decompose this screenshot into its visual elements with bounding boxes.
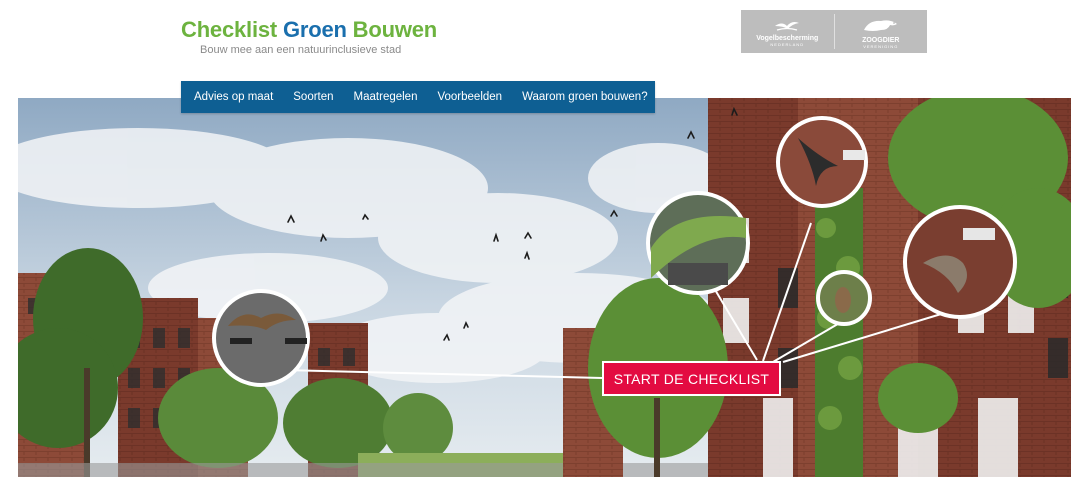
site-title-word-3: Bouwen (352, 17, 438, 42)
nav-maatregelen[interactable]: Maatregelen (334, 91, 418, 103)
partner-logos: Vogelbescherming NEDERLAND ZOOGDIER VERE… (741, 10, 927, 53)
callout-small-bird[interactable] (816, 270, 872, 326)
nav-soorten[interactable]: Soorten (273, 91, 333, 103)
site-title: Checklist Groen Bouwen (181, 17, 437, 43)
site-title-word-2: Groen (282, 17, 347, 42)
otter-logo-icon (863, 19, 897, 31)
site-logo[interactable]: Checklist Groen Bouwen Bouw mee aan een … (181, 17, 437, 56)
hero-illustration (18, 98, 1071, 477)
callout-green-roof[interactable] (646, 191, 750, 295)
callout-bat[interactable] (212, 289, 310, 387)
partner-vogelbescherming[interactable]: Vogelbescherming NEDERLAND (741, 10, 834, 53)
partner-sub: NEDERLAND (770, 41, 805, 47)
callout-swift-facade[interactable] (776, 116, 868, 208)
nav-waarom-groen-bouwen[interactable]: Waarom groen bouwen? (502, 91, 648, 103)
bird-logo-icon (775, 21, 800, 31)
main-nav: Advies op maat Soorten Maatregelen Voorb… (181, 81, 655, 113)
start-checklist-button[interactable]: START DE CHECKLIST (602, 361, 781, 396)
nav-voorbeelden[interactable]: Voorbeelden (417, 91, 502, 103)
hero-image (18, 98, 1071, 477)
site-title-word-1: Checklist (181, 17, 278, 42)
partner-name: Vogelbescherming (756, 34, 819, 42)
nav-advies-op-maat[interactable]: Advies op maat (181, 91, 273, 103)
partner-sub: VERENIGING (863, 43, 899, 49)
site-tagline: Bouw mee aan een natuurinclusieve stad (200, 44, 402, 56)
callout-swallow-nest[interactable] (903, 205, 1017, 319)
partner-zoogdiervereniging[interactable]: ZOOGDIER VERENIGING (835, 10, 928, 53)
partner-name: ZOOGDIER (862, 36, 900, 44)
